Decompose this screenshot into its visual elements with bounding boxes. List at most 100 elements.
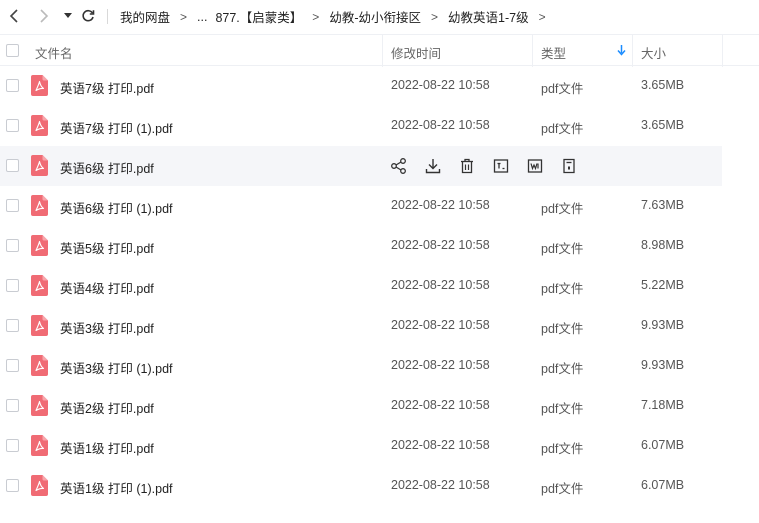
modified-time: 2022-08-22 10:58 — [391, 118, 490, 132]
file-name[interactable]: 英语1级 打印 (1).pdf — [60, 478, 173, 497]
row-checkbox[interactable] — [6, 319, 19, 332]
file-size: 6.07MB — [641, 438, 685, 452]
file-name[interactable]: 英语6级 打印 (1).pdf — [60, 198, 173, 217]
back-button[interactable] — [4, 6, 24, 26]
modified-time: 2022-08-22 10:58 — [391, 478, 490, 492]
column-header-modified[interactable]: 修改时间 — [391, 43, 441, 62]
file-size: 7.63MB — [641, 198, 685, 212]
file-name[interactable]: 英语3级 打印.pdf — [60, 318, 154, 337]
file-row[interactable]: 英语3级 打印.pdf 2022-08-22 10:58 pdf文件 9.93MB — [0, 306, 722, 346]
file-row[interactable]: 英语4级 打印.pdf 2022-08-22 10:58 pdf文件 5.22MB — [0, 266, 722, 306]
file-row[interactable]: 英语1级 打印.pdf 2022-08-22 10:58 pdf文件 6.07MB — [0, 426, 722, 466]
file-row[interactable]: 英语6级 打印 (1).pdf 2022-08-22 10:58 pdf文件 7.63… — [0, 186, 722, 226]
pdf-file-icon — [31, 155, 48, 176]
file-name[interactable]: 英语6级 打印.pdf — [60, 158, 154, 177]
row-checkbox[interactable] — [6, 479, 19, 492]
file-name[interactable]: 英语2级 打印.pdf — [60, 398, 154, 417]
row-checkbox[interactable] — [6, 439, 19, 452]
breadcrumb-separator: > — [312, 9, 320, 24]
share-button[interactable] — [390, 157, 408, 175]
column-header-name[interactable]: 文件名 — [35, 43, 73, 62]
column-divider[interactable] — [382, 35, 383, 67]
row-checkbox[interactable] — [6, 199, 19, 212]
column-header-type[interactable]: 类型 — [541, 43, 566, 62]
file-name[interactable]: 英语7级 打印 (1).pdf — [60, 118, 173, 137]
file-type: pdf文件 — [541, 402, 584, 416]
file-row[interactable]: 英语3级 打印 (1).pdf 2022-08-22 10:58 pdf文件 9.93… — [0, 346, 722, 386]
pdf-file-icon — [31, 275, 48, 296]
file-type: pdf文件 — [541, 282, 584, 296]
toolbar-divider — [107, 9, 108, 24]
forward-button[interactable] — [34, 6, 54, 26]
column-divider[interactable] — [532, 35, 533, 67]
pdf-file-icon — [31, 355, 48, 376]
file-type: pdf文件 — [541, 322, 584, 336]
modified-time: 2022-08-22 10:58 — [391, 358, 490, 372]
breadcrumb-separator: > — [430, 9, 438, 24]
file-size: 3.65MB — [641, 118, 685, 132]
modified-time: 2022-08-22 10:58 — [391, 398, 490, 412]
text-extract-icon — [493, 159, 509, 173]
file-row[interactable]: 英语1级 打印 (1).pdf 2022-08-22 10:58 pdf文件 6.07… — [0, 466, 722, 506]
refresh-button[interactable] — [78, 6, 98, 26]
file-name[interactable]: 英语5级 打印.pdf — [60, 238, 154, 257]
text-extract-button[interactable] — [492, 157, 510, 175]
column-header-size[interactable]: 大小 — [641, 43, 666, 62]
row-checkbox[interactable] — [6, 399, 19, 412]
row-checkbox[interactable] — [6, 279, 19, 292]
modified-time: 2022-08-22 10:58 — [391, 318, 490, 332]
pdf-file-icon — [31, 435, 48, 456]
breadcrumb-separator: > — [180, 9, 188, 24]
download-button[interactable] — [424, 157, 442, 175]
file-row[interactable]: 英语6级 打印.pdf — [0, 146, 722, 186]
toolbar: 我的网盘 > ... 877.【启蒙类】 > 幼教-幼小衔接区 > 幼教英语1-… — [0, 0, 759, 33]
caret-down-icon — [64, 13, 72, 18]
file-name[interactable]: 英语7级 打印.pdf — [60, 78, 154, 97]
breadcrumb-item-folder-preschool[interactable]: 幼教-幼小衔接区 — [329, 7, 421, 26]
more-icon — [563, 158, 575, 174]
column-divider[interactable] — [632, 35, 633, 67]
pdf-file-icon — [31, 475, 48, 496]
row-checkbox[interactable] — [6, 159, 19, 172]
modified-time: 2022-08-22 10:58 — [391, 278, 490, 292]
modified-time: 2022-08-22 10:58 — [391, 238, 490, 252]
breadcrumb-item-folder-877[interactable]: 877.【启蒙类】 — [215, 7, 302, 26]
file-type: pdf文件 — [541, 202, 584, 216]
file-size: 3.65MB — [641, 78, 685, 92]
breadcrumb-separator: > — [538, 9, 546, 24]
row-checkbox[interactable] — [6, 359, 19, 372]
row-checkbox[interactable] — [6, 119, 19, 132]
file-row[interactable]: 英语2级 打印.pdf 2022-08-22 10:58 pdf文件 7.18MB — [0, 386, 722, 426]
chevron-right-icon — [40, 9, 49, 23]
file-row[interactable]: 英语7级 打印 (1).pdf 2022-08-22 10:58 pdf文件 3.65… — [0, 106, 722, 146]
file-type: pdf文件 — [541, 242, 584, 256]
word-convert-icon — [527, 159, 543, 173]
file-size: 8.98MB — [641, 238, 685, 252]
word-convert-button[interactable] — [526, 157, 544, 175]
pdf-file-icon — [31, 395, 48, 416]
file-row[interactable]: 英语7级 打印.pdf 2022-08-22 10:58 pdf文件 3.65MB — [0, 66, 722, 106]
file-name[interactable]: 英语1级 打印.pdf — [60, 438, 154, 457]
breadcrumb-item-ellipsis[interactable]: ... — [197, 10, 207, 24]
history-dropdown-button[interactable] — [58, 6, 78, 26]
modified-time: 2022-08-22 10:58 — [391, 78, 490, 92]
row-checkbox[interactable] — [6, 239, 19, 252]
file-size: 6.07MB — [641, 478, 685, 492]
file-row[interactable]: 英语5级 打印.pdf 2022-08-22 10:58 pdf文件 8.98MB — [0, 226, 722, 266]
modified-time: 2022-08-22 10:58 — [391, 438, 490, 452]
select-all-checkbox[interactable] — [6, 44, 19, 57]
more-button[interactable] — [560, 157, 578, 175]
file-name[interactable]: 英语4级 打印.pdf — [60, 278, 154, 297]
file-name[interactable]: 英语3级 打印 (1).pdf — [60, 358, 173, 377]
breadcrumb-item-current[interactable]: 幼教英语1-7级 — [448, 7, 529, 26]
row-checkbox[interactable] — [6, 79, 19, 92]
download-icon — [425, 159, 441, 174]
delete-button[interactable] — [458, 157, 476, 175]
file-type: pdf文件 — [541, 122, 584, 136]
column-divider[interactable] — [722, 35, 723, 67]
delete-icon — [461, 158, 473, 174]
sort-arrow-down-icon[interactable] — [617, 45, 626, 56]
breadcrumb-item-root[interactable]: 我的网盘 — [120, 7, 170, 26]
file-type: pdf文件 — [541, 482, 584, 496]
pdf-file-icon — [31, 195, 48, 216]
